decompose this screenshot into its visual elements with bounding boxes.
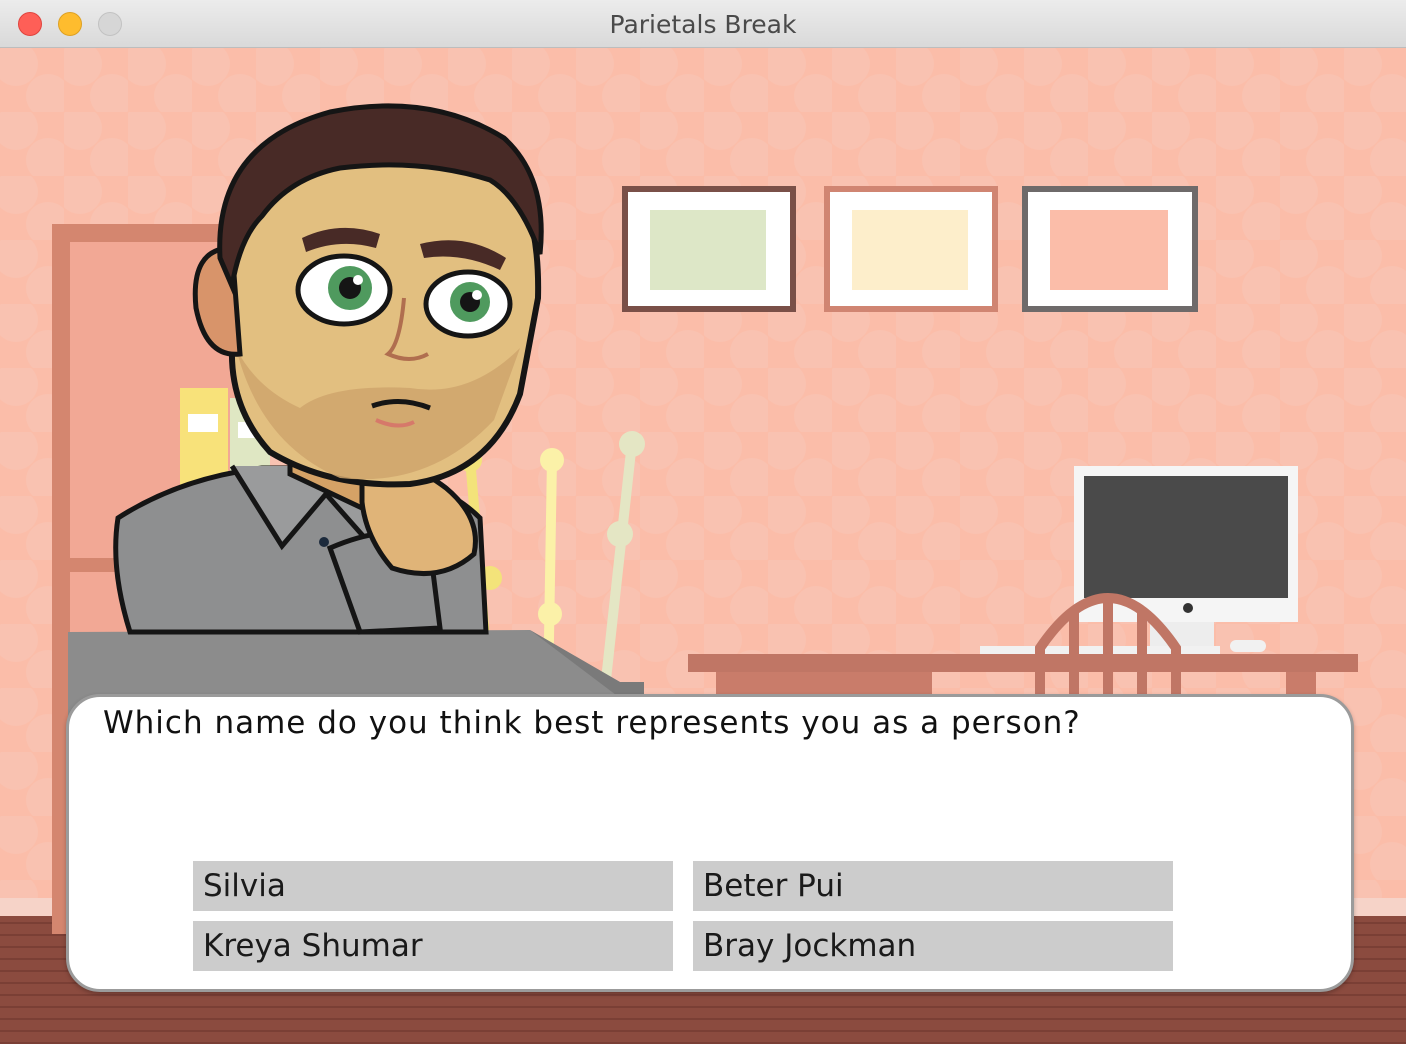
- picture-frame-green: [622, 186, 796, 312]
- choice-button-beter-pui[interactable]: Beter Pui: [693, 861, 1173, 911]
- question-text: Which name do you think best represents …: [103, 705, 1081, 741]
- choice-button-kreya-shumar[interactable]: Kreya Shumar: [193, 921, 673, 971]
- title-bar: Parietals Break: [0, 0, 1406, 48]
- picture-frame-pink: [1022, 186, 1198, 312]
- dialog-box: Which name do you think best represents …: [66, 694, 1354, 992]
- game-window: Parietals Break Which name do you think …: [0, 0, 1406, 1044]
- window-title: Parietals Break: [609, 10, 797, 39]
- choice-button-bray-jockman[interactable]: Bray Jockman: [693, 921, 1173, 971]
- picture-frame-cream: [824, 186, 998, 312]
- choice-button-silvia[interactable]: Silvia: [193, 861, 673, 911]
